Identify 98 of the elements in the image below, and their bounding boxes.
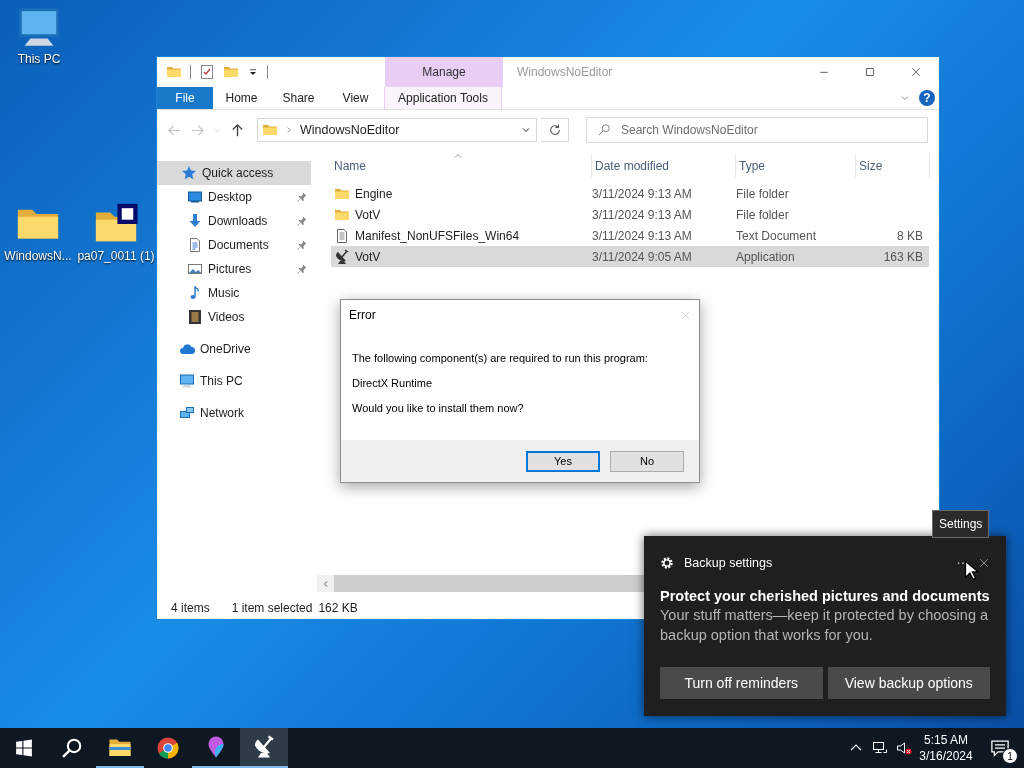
network-icon	[179, 405, 195, 421]
muted-speaker-icon[interactable]	[896, 740, 912, 756]
date-modified: 3/11/2024 9:13 AM	[591, 207, 693, 222]
file-type: Application	[735, 249, 796, 264]
satellite-dish-icon	[334, 248, 350, 265]
file-size: 163 KB	[882, 249, 924, 264]
file-name: VotV	[355, 249, 381, 264]
refresh-button[interactable]	[541, 118, 569, 142]
search-field[interactable]: Search WindowsNoEditor	[586, 117, 928, 143]
item-count: 4 items	[171, 601, 210, 615]
nav-item[interactable]: OneDrive	[157, 337, 317, 361]
column-header[interactable]: Size	[856, 154, 930, 178]
date-modified: 3/11/2024 9:05 AM	[591, 249, 693, 264]
dialog-message: The following component(s) are required to run this program:	[352, 352, 649, 364]
close-icon	[910, 66, 922, 78]
nav-item[interactable]: Music	[157, 281, 317, 305]
column-header[interactable]: Type	[736, 154, 856, 178]
folder-icon	[262, 122, 278, 138]
file-type: File folder	[735, 207, 790, 222]
chevron-icon	[321, 579, 330, 588]
file-type: Text Document	[735, 228, 818, 243]
file-row[interactable]: VotV 3/11/2024 9:13 AM File folder	[331, 204, 929, 225]
ribbon-tab[interactable]: File	[157, 87, 213, 109]
maximize-icon	[864, 66, 876, 78]
nav-item[interactable]: This PC	[157, 369, 317, 393]
toast-title: Protect your cherished pictures and documents	[660, 588, 990, 604]
nav-item[interactable]: Downloads	[157, 209, 296, 233]
date-modified: 3/11/2024 9:13 AM	[591, 186, 693, 201]
ribbon-tab[interactable]: Share	[270, 87, 327, 109]
column-header[interactable]: Name	[331, 154, 592, 178]
dialog-title: Error	[349, 308, 376, 322]
picture-icon	[187, 261, 203, 277]
clock-time: 5:15 AM	[924, 733, 968, 747]
file-row[interactable]: Manifest_NonUFSFiles_Win64 3/11/2024 9:13 AM Text Document 8 KB	[331, 225, 929, 246]
address-bar[interactable]: WindowsNoEditor	[257, 118, 537, 142]
file-row[interactable]: VotV 3/11/2024 9:05 AM Application 163 KB	[331, 246, 929, 267]
nav-item[interactable]: Quick access	[157, 161, 311, 185]
windows-logo-icon	[15, 739, 33, 757]
clock-date: 3/16/2024	[919, 749, 973, 763]
file-name: Engine	[355, 186, 393, 201]
help-button[interactable]: ?	[919, 90, 935, 106]
nav-item[interactable]: Documents	[157, 233, 296, 257]
search-icon	[61, 737, 83, 759]
ribbon-tab[interactable]: View	[327, 87, 384, 109]
settings-icon	[660, 556, 674, 570]
toast-button[interactable]: View backup options	[827, 667, 990, 699]
dialog-message: DirectX Runtime	[352, 377, 434, 389]
clock[interactable]: 5:15 AM 3/16/2024	[916, 728, 976, 768]
toast-app-name: Backup settings	[684, 556, 773, 570]
star-icon	[181, 165, 197, 181]
selection-count: 1 item selected	[231, 601, 313, 615]
file-size: 8 KB	[896, 228, 924, 243]
nav-item[interactable]: Pictures	[157, 257, 296, 281]
satellite-dish-icon	[252, 735, 276, 759]
desktop-icon-label[interactable]: This PC	[17, 52, 61, 66]
cloud-icon	[179, 341, 195, 357]
computer-icon	[179, 373, 195, 389]
refresh-icon	[547, 123, 562, 137]
properties-icon[interactable]	[199, 64, 215, 80]
toast-button[interactable]: Turn off reminders	[660, 667, 823, 699]
ribbon-tab[interactable]: Application Tools	[384, 87, 502, 109]
dialog-button[interactable]: Yes	[526, 450, 600, 472]
file-type: File folder	[735, 186, 790, 201]
action-center-button[interactable]: 1	[976, 728, 1024, 768]
desktop-icon-label[interactable]: WindowsN...	[4, 249, 72, 263]
contextual-tab-group: Manage	[385, 57, 503, 87]
file-name: Manifest_NonUFSFiles_Win64	[355, 228, 520, 243]
ribbon-tab[interactable]: Home	[213, 87, 270, 109]
network-icon[interactable]	[872, 740, 888, 756]
column-header[interactable]: Date modified	[592, 154, 736, 178]
window-title: WindowsNoEditor	[517, 64, 613, 81]
notification-count: 1	[1002, 748, 1018, 764]
desktop-icon-label[interactable]: pa07_0011 (1)	[77, 249, 155, 263]
search-icon	[597, 123, 611, 137]
nav-item[interactable]: Videos	[157, 305, 317, 329]
toast-message: Your stuff matters—keep it protected by choosing a backup option that works for you.	[660, 606, 990, 645]
text-file-icon	[334, 227, 350, 244]
close-icon[interactable]	[978, 557, 990, 569]
tooltip: Settings	[932, 510, 990, 538]
dialog-message: Would you like to install them now?	[352, 402, 525, 414]
file-row[interactable]: Engine 3/11/2024 9:13 AM File folder	[331, 183, 929, 204]
chrome-icon	[156, 736, 180, 760]
desktop-icon	[187, 189, 203, 205]
film-icon	[187, 309, 203, 325]
document-icon	[187, 237, 203, 253]
nav-item[interactable]: Network	[157, 401, 317, 425]
selection-size: 162 KB	[318, 601, 358, 615]
file-name: VotV	[355, 207, 381, 222]
mouse-cursor-icon	[963, 560, 983, 580]
dialog-button[interactable]: No	[610, 450, 684, 472]
dropdown-icon[interactable]	[247, 66, 259, 78]
date-modified: 3/11/2024 9:13 AM	[591, 228, 693, 243]
nav-item[interactable]: Desktop	[157, 185, 296, 209]
notification-icon	[990, 738, 1010, 758]
up-arrow-icon	[230, 122, 245, 138]
taskbar-app[interactable]	[240, 728, 288, 768]
address-path: WindowsNoEditor	[300, 123, 401, 137]
download-arrow-icon	[187, 213, 203, 229]
